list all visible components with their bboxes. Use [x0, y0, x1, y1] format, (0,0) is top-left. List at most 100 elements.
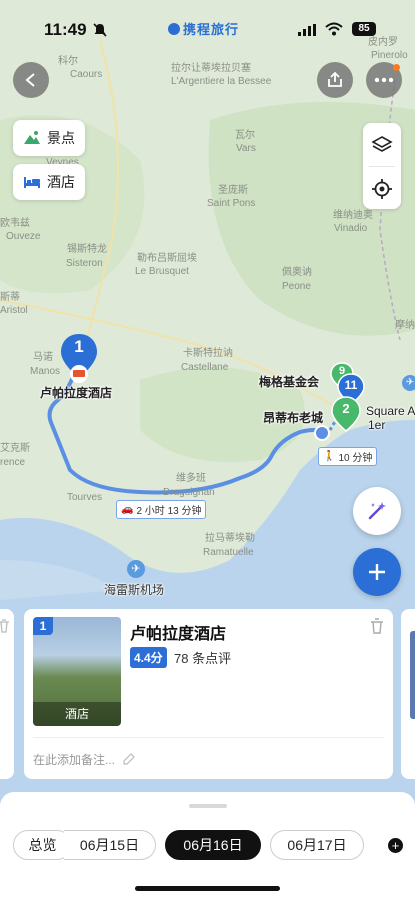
map-place-label: Castellane: [181, 362, 229, 373]
airport-icon: ✈: [127, 560, 145, 578]
drive-time-tag: 🚗 2 小时 13 分钟: [116, 500, 207, 519]
walk-icon: 🚶: [323, 451, 336, 462]
map-place-label: Manos: [30, 366, 61, 377]
map-tools: [363, 123, 401, 209]
stop-number: 11: [344, 378, 358, 392]
card-index-badge: 1: [33, 617, 53, 635]
map-place-label: Ramatuelle: [203, 547, 254, 558]
map-place-label: Draguignan: [163, 487, 215, 498]
map-place-label: 艾克斯: [0, 443, 30, 454]
tab-day-0615[interactable]: 06月15日: [64, 830, 156, 860]
map-place-label: rence: [0, 457, 26, 468]
stop-label-antibes: 昂蒂布老城: [263, 411, 324, 425]
transit-stop-icon: [314, 425, 330, 441]
mountain-icon: [24, 131, 40, 144]
share-button[interactable]: [317, 62, 353, 98]
delete-card-button[interactable]: [370, 618, 384, 634]
thumbnail-caption: 酒店: [33, 702, 121, 726]
map-place-label: Saint Pons: [207, 198, 256, 209]
map-place-label: 锡斯特龙: [67, 244, 107, 255]
ai-magic-button[interactable]: [353, 487, 401, 535]
map-place-label: Peone: [282, 281, 311, 292]
status-time: 11:49: [44, 20, 87, 39]
map-place-label: 拉尔让蒂埃拉贝塞: [171, 63, 251, 74]
bed-icon: [24, 177, 40, 188]
car-icon: 🚗: [121, 504, 134, 515]
layers-icon: [371, 135, 393, 152]
status-bar: 11:49 携程旅行 85: [0, 0, 415, 52]
ctrip-logo-icon: [168, 23, 180, 35]
plus-icon: [369, 564, 385, 580]
wifi-icon: [325, 22, 343, 36]
hotel-marker-label: 卢帕拉度酒店: [40, 386, 113, 400]
map-place-label: Sisteron: [66, 258, 103, 269]
trash-icon: [0, 619, 9, 633]
map-place-label: 卡斯特拉讷: [183, 348, 233, 359]
hotel-thumbnail[interactable]: 1 酒店: [33, 617, 121, 726]
notification-dot: [393, 64, 400, 71]
itinerary-cards[interactable]: 1 酒店 卢帕拉度酒店 4.4分 78 条点评 在此添加备注...: [0, 609, 415, 783]
map-place-label: Vinadio: [334, 223, 368, 234]
airport-icon: ✈: [402, 375, 415, 391]
magic-wand-icon: [368, 502, 386, 520]
map-place-label: 勒布吕斯屈埃: [137, 253, 197, 264]
scenic-filter-chip[interactable]: 景点: [13, 120, 85, 156]
drive-time-text: 2 小时 13 分钟: [136, 506, 202, 517]
next-card[interactable]: [401, 609, 415, 779]
add-button[interactable]: [353, 548, 401, 596]
app-brand: 携程旅行: [168, 19, 239, 38]
map-place-label: Le Brusquet: [135, 266, 189, 277]
map-place-label: 佩奥讷: [282, 267, 312, 278]
stop-marker-2[interactable]: 2: [331, 396, 361, 437]
locate-icon: [372, 178, 392, 199]
map-place-label: 拉马蒂埃勒: [205, 533, 255, 544]
map-place-label: Tourves: [67, 492, 103, 503]
map-place-label: 马诺: [33, 352, 53, 363]
layers-button[interactable]: [363, 123, 401, 166]
map-place-label: Ouveze: [6, 231, 41, 242]
hotel-chip-label: 酒店: [47, 174, 75, 190]
tab-day-0617[interactable]: 06月17日: [270, 830, 364, 860]
stop-number: 2: [342, 401, 350, 416]
airport-label: 海雷斯机场: [104, 583, 165, 597]
add-note-field[interactable]: 在此添加备注...: [33, 751, 136, 768]
tab-day-0616[interactable]: 06月16日: [165, 830, 261, 860]
hotel-marker-number: 1: [74, 337, 84, 356]
map-place-label: 欧韦兹: [0, 218, 30, 229]
hotel-score: 4.4分: [130, 647, 167, 668]
map-place-label: 圣庞斯: [218, 185, 248, 196]
locate-button[interactable]: [363, 167, 401, 210]
more-button[interactable]: [366, 62, 402, 98]
share-icon: [328, 71, 342, 87]
map-place-label: Aristol: [0, 305, 28, 316]
card-divider: [33, 737, 384, 738]
add-day-button[interactable]: +: [388, 838, 403, 853]
hotel-name[interactable]: 卢帕拉度酒店: [130, 620, 226, 644]
bottom-sheet: 总览 06月15日 06月16日 06月17日 +: [0, 792, 415, 900]
hotel-filter-chip[interactable]: 酒店: [13, 164, 85, 200]
signal-icon: [298, 24, 316, 36]
prev-card[interactable]: [0, 609, 14, 779]
map-place-label: Caours: [70, 69, 103, 80]
bell-muted-icon: [93, 23, 107, 37]
hotel-map-marker[interactable]: 1: [59, 332, 99, 389]
walk-time-tag: 🚶 10 分钟: [318, 447, 378, 466]
map-place-label: 斯蒂: [0, 292, 20, 303]
square-label: Square A: [366, 404, 415, 418]
stop-label-maeght: 梅格基金会: [259, 375, 320, 389]
map-place-label: 摩纳: [395, 320, 415, 331]
edit-icon: [123, 753, 136, 765]
map-place-label: 科尔: [58, 56, 78, 67]
map-place-label: 维纳迪奥: [333, 210, 373, 221]
map-place-label: L'Argentiere la Bessee: [171, 76, 272, 87]
map-place-label: 维多班: [176, 473, 206, 484]
scenic-chip-label: 景点: [47, 130, 75, 146]
note-placeholder: 在此添加备注...: [33, 753, 116, 767]
square-label-2: 1er: [368, 418, 386, 432]
sheet-handle[interactable]: [189, 804, 227, 808]
chevron-left-icon: [25, 73, 35, 87]
battery-indicator: 85: [352, 22, 376, 36]
hotel-card[interactable]: 1 酒店 卢帕拉度酒店 4.4分 78 条点评 在此添加备注...: [24, 609, 393, 779]
back-button[interactable]: [13, 62, 49, 98]
review-count[interactable]: 78 条点评: [174, 648, 231, 667]
